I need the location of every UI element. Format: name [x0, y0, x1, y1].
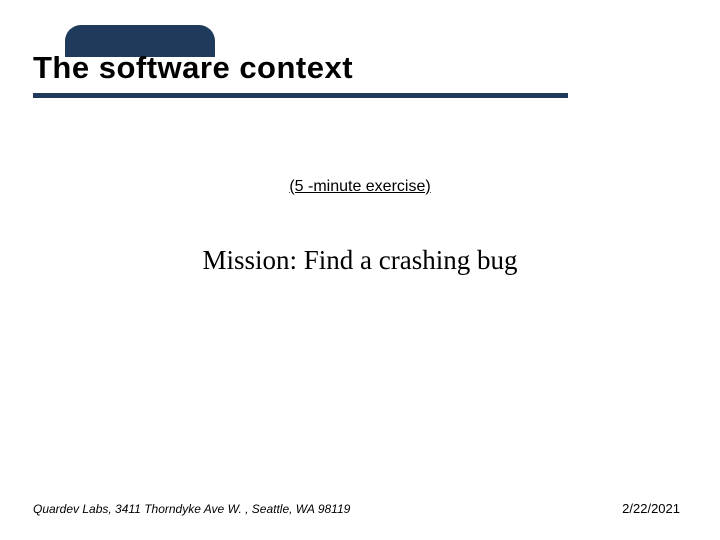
mission-text: Mission: Find a crashing bug — [0, 245, 720, 276]
footer-date: 2/22/2021 — [622, 501, 680, 516]
title-rule — [33, 93, 568, 98]
footer-address: Quardev Labs, 3411 Thorndyke Ave W. , Se… — [33, 502, 350, 516]
slide: The software context (5 -minute exercise… — [0, 0, 720, 540]
slide-subtitle: (5 -minute exercise) — [0, 178, 720, 196]
slide-title: The software context — [33, 50, 353, 86]
